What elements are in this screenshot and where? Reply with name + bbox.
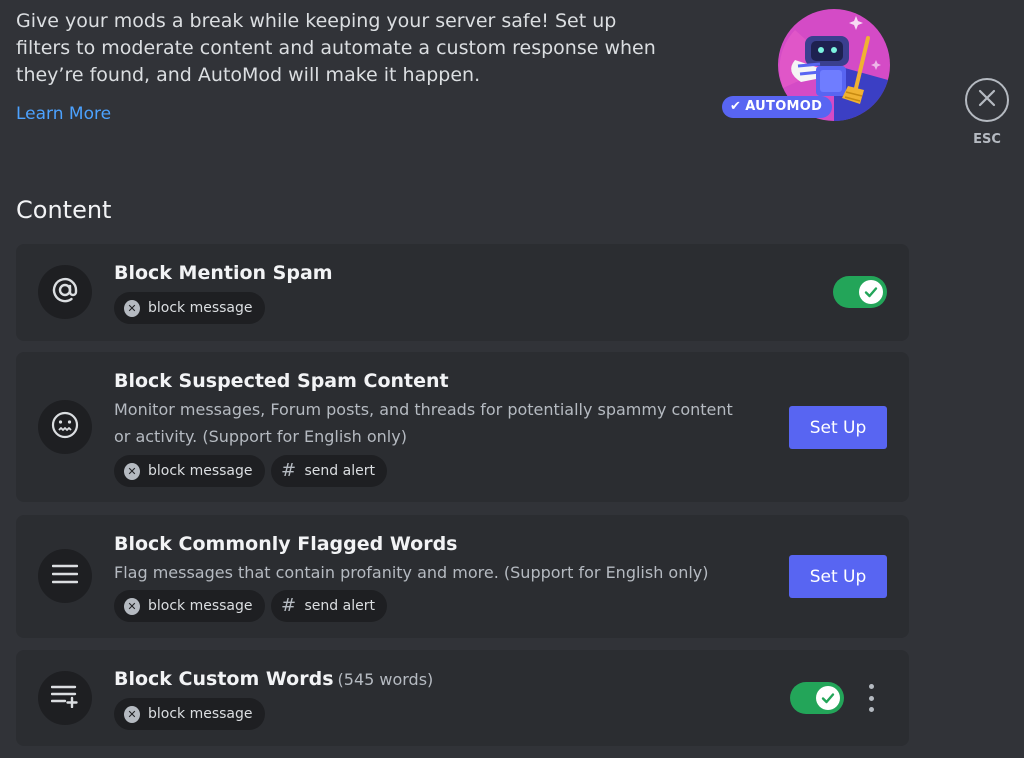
section-title: Content bbox=[16, 196, 112, 224]
at-sign-icon bbox=[51, 276, 79, 308]
rule-description: Flag messages that contain profanity and… bbox=[114, 563, 709, 582]
tag-label: block message bbox=[148, 300, 253, 316]
rule-title-text: Block Custom Words bbox=[114, 668, 334, 690]
rule-toggle[interactable] bbox=[790, 682, 844, 714]
rule-tags: ✕ block message bbox=[114, 292, 265, 324]
tag-label: send alert bbox=[304, 598, 375, 614]
rule-card-suspected-spam[interactable]: Block Suspected Spam Content Monitor mes… bbox=[16, 352, 909, 502]
close-icon bbox=[978, 89, 996, 111]
rule-card-flagged-words[interactable]: Block Commonly Flagged Words Flag messag… bbox=[16, 515, 909, 638]
check-icon: ✔ bbox=[730, 99, 742, 114]
tag-label: block message bbox=[148, 463, 253, 479]
tag-label: send alert bbox=[304, 463, 375, 479]
rule-tags: ✕ block message # send alert bbox=[114, 590, 387, 622]
rule-icon-container bbox=[38, 265, 92, 319]
tag-send-alert: # send alert bbox=[270, 590, 387, 622]
setup-button[interactable]: Set Up bbox=[789, 555, 887, 598]
rule-tags: ✕ block message # send alert bbox=[114, 455, 387, 487]
hash-icon: # bbox=[280, 595, 297, 616]
tag-label: block message bbox=[148, 598, 253, 614]
rule-tags: ✕ block message bbox=[114, 698, 265, 730]
tag-block-message: ✕ block message bbox=[114, 698, 265, 730]
rule-title: Block Commonly Flagged Words bbox=[114, 533, 458, 555]
more-options-icon[interactable] bbox=[865, 684, 877, 712]
word-count: (545 words) bbox=[337, 670, 434, 689]
tag-block-message: ✕ block message bbox=[114, 292, 265, 324]
x-circle-icon: ✕ bbox=[124, 299, 140, 317]
rule-card-custom-words[interactable]: Block Custom Words (545 words) ✕ block me… bbox=[16, 650, 909, 746]
rule-icon-container bbox=[38, 671, 92, 725]
close-control[interactable]: ESC bbox=[962, 78, 1012, 147]
rule-toggle[interactable] bbox=[833, 276, 887, 308]
intro-text: Give your mods a break while keeping you… bbox=[16, 10, 656, 86]
x-circle-icon: ✕ bbox=[124, 597, 140, 615]
grimace-face-icon bbox=[50, 410, 80, 444]
automod-badge: ✔ AUTOMOD bbox=[722, 96, 833, 118]
check-icon bbox=[859, 280, 883, 304]
check-icon bbox=[816, 686, 840, 710]
list-add-icon bbox=[50, 684, 79, 712]
tag-block-message: ✕ block message bbox=[114, 590, 265, 622]
lines-icon bbox=[51, 563, 79, 589]
esc-label: ESC bbox=[973, 132, 1001, 147]
rule-title: Block Mention Spam bbox=[114, 262, 333, 284]
tag-block-message: ✕ block message bbox=[114, 455, 265, 487]
rule-title: Block Suspected Spam Content bbox=[114, 370, 449, 392]
automod-badge-label: AUTOMOD bbox=[745, 99, 823, 114]
setup-button[interactable]: Set Up bbox=[789, 406, 887, 449]
learn-more-link[interactable]: Learn More bbox=[16, 104, 111, 124]
close-button[interactable] bbox=[965, 78, 1009, 122]
tag-send-alert: # send alert bbox=[270, 455, 387, 487]
rule-icon-container bbox=[38, 549, 92, 603]
rule-icon-container bbox=[38, 400, 92, 454]
x-circle-icon: ✕ bbox=[124, 462, 140, 480]
automod-illustration: ✔ AUTOMOD bbox=[720, 8, 890, 123]
rule-description: Monitor messages, Forum posts, and threa… bbox=[114, 400, 733, 446]
tag-label: block message bbox=[148, 706, 253, 722]
rule-card-mention-spam[interactable]: Block Mention Spam ✕ block message bbox=[16, 244, 909, 341]
rule-title: Block Custom Words (545 words) bbox=[114, 668, 433, 690]
x-circle-icon: ✕ bbox=[124, 705, 140, 723]
hash-icon: # bbox=[280, 460, 297, 481]
